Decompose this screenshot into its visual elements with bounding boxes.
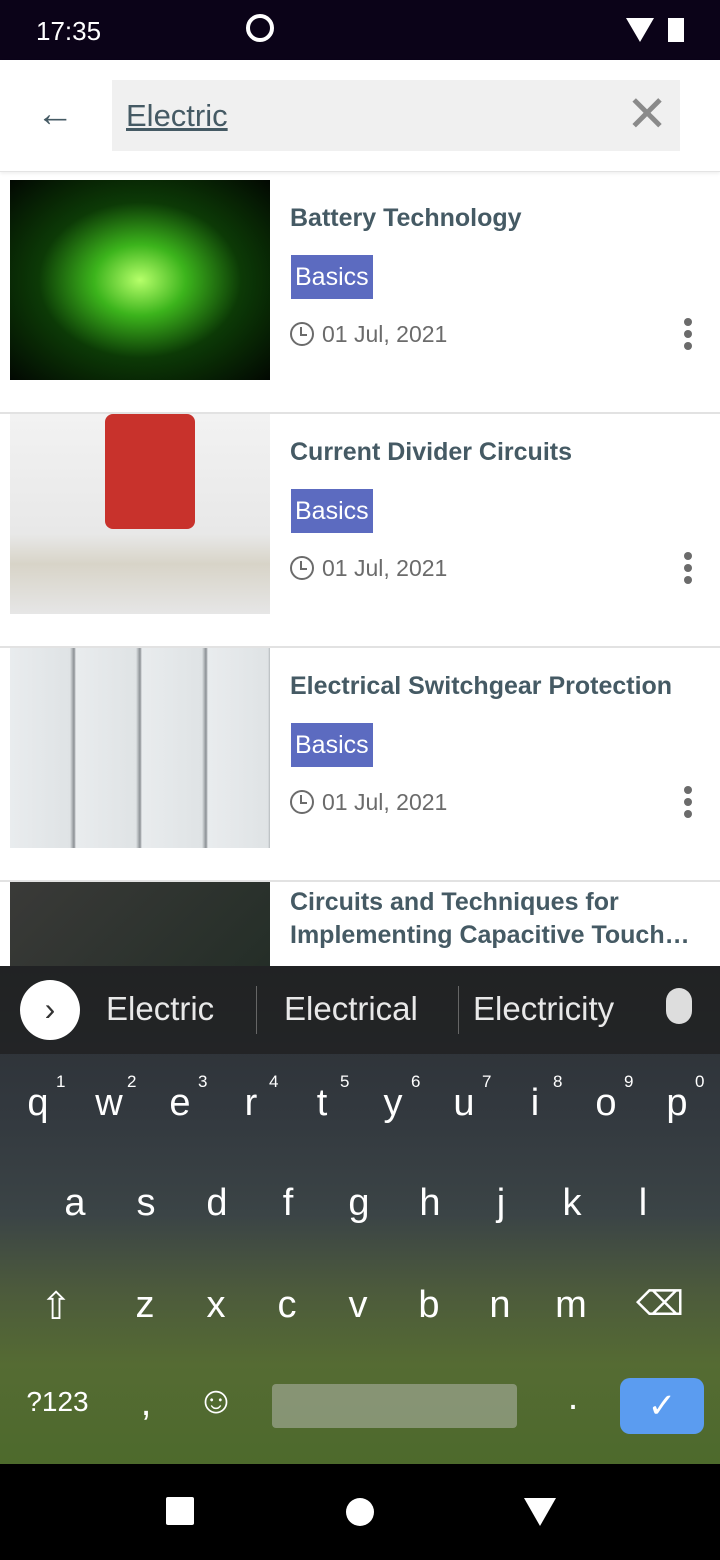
list-item[interactable]: Battery Technology Basics 01 Jul, 2021: [0, 180, 720, 414]
article-date: 01 Jul, 2021: [290, 320, 447, 348]
article-title[interactable]: Current Divider Circuits: [290, 436, 715, 469]
key-hint: 9: [624, 1072, 634, 1091]
emoji-icon[interactable]: ☺: [186, 1380, 246, 1423]
home-icon[interactable]: [346, 1498, 374, 1526]
navigation-bar: [0, 1464, 720, 1560]
more-options-icon[interactable]: [684, 318, 692, 354]
key-hint: 5: [340, 1072, 350, 1091]
key-m[interactable]: m: [541, 1284, 601, 1327]
key-hint: 4: [269, 1072, 279, 1091]
key-z[interactable]: z: [115, 1284, 175, 1327]
article-thumbnail: [10, 180, 270, 380]
battery-icon: [668, 18, 684, 42]
recents-icon[interactable]: [166, 1497, 194, 1525]
date-text: 01 Jul, 2021: [322, 555, 448, 581]
period-key[interactable]: .: [543, 1376, 603, 1419]
divider: [458, 986, 459, 1034]
key-n[interactable]: n: [470, 1284, 530, 1327]
key-hint: 8: [553, 1072, 563, 1091]
date-text: 01 Jul, 2021: [322, 321, 448, 347]
category-tag: Basics: [291, 489, 373, 533]
key-c[interactable]: c: [257, 1284, 317, 1327]
key-b[interactable]: b: [399, 1284, 459, 1327]
key-k[interactable]: k: [542, 1182, 602, 1225]
notification-icon: [246, 14, 274, 42]
article-date: 01 Jul, 2021: [290, 554, 447, 582]
key-s[interactable]: s: [116, 1182, 176, 1225]
key-hint: 2: [127, 1072, 137, 1091]
article-title[interactable]: Circuits and Techniques for Implementing…: [290, 886, 715, 952]
suggestion[interactable]: Electric: [106, 990, 214, 1028]
key-f[interactable]: f: [258, 1182, 318, 1225]
back-icon[interactable]: [524, 1498, 556, 1526]
clear-icon[interactable]: ✕: [626, 88, 668, 140]
clock-time: 17:35: [36, 16, 102, 46]
key-hint: 0: [695, 1072, 705, 1091]
search-input[interactable]: Electric ✕: [112, 80, 680, 151]
key-g[interactable]: g: [329, 1182, 389, 1225]
comma-key[interactable]: ,: [116, 1382, 176, 1425]
key-hint: 6: [411, 1072, 421, 1091]
more-options-icon[interactable]: [684, 552, 692, 588]
backspace-icon[interactable]: ⌫: [630, 1284, 690, 1324]
search-value[interactable]: Electric: [126, 98, 228, 134]
checkmark-icon[interactable]: ✓: [620, 1378, 704, 1434]
key-hint: 3: [198, 1072, 208, 1091]
article-thumbnail: [10, 414, 270, 614]
suggestion[interactable]: Electricity: [473, 990, 614, 1028]
key-h[interactable]: h: [400, 1182, 460, 1225]
clock-icon: [290, 322, 314, 346]
suggestion[interactable]: Electrical: [284, 990, 418, 1028]
status-bar: 17:35: [0, 0, 720, 60]
article-title[interactable]: Battery Technology: [290, 202, 715, 235]
shift-icon[interactable]: ⇧: [26, 1284, 86, 1329]
article-thumbnail: [10, 648, 270, 848]
key-v[interactable]: v: [328, 1284, 388, 1327]
list-item[interactable]: Current Divider Circuits Basics 01 Jul, …: [0, 414, 720, 648]
symbols-key[interactable]: ?123: [10, 1386, 105, 1418]
category-tag: Basics: [291, 255, 373, 299]
more-options-icon[interactable]: [684, 786, 692, 822]
key-a[interactable]: a: [45, 1182, 105, 1225]
back-arrow-icon[interactable]: ←: [36, 94, 74, 134]
article-date: 01 Jul, 2021: [290, 788, 447, 816]
wifi-icon: [626, 18, 654, 42]
clock-icon: [290, 790, 314, 814]
search-toolbar: ← Electric ✕: [0, 60, 720, 172]
key-d[interactable]: d: [187, 1182, 247, 1225]
key-l[interactable]: l: [613, 1182, 673, 1225]
key-hint: 7: [482, 1072, 492, 1091]
chevron-right-icon[interactable]: ›: [20, 980, 80, 1040]
divider: [256, 986, 257, 1034]
mic-icon[interactable]: [666, 988, 692, 1024]
key-j[interactable]: j: [471, 1182, 531, 1225]
article-title[interactable]: Electrical Switchgear Protection: [290, 670, 715, 703]
clock-icon: [290, 556, 314, 580]
key-x[interactable]: x: [186, 1284, 246, 1327]
category-tag: Basics: [291, 723, 373, 767]
suggestion-bar: › Electric Electrical Electricity: [0, 966, 720, 1054]
space-bar[interactable]: [272, 1384, 517, 1428]
list-item[interactable]: Electrical Switchgear Protection Basics …: [0, 648, 720, 882]
date-text: 01 Jul, 2021: [322, 789, 448, 815]
keyboard: › Electric Electrical Electricity q1w2e3…: [0, 966, 720, 1464]
key-hint: 1: [56, 1072, 66, 1091]
